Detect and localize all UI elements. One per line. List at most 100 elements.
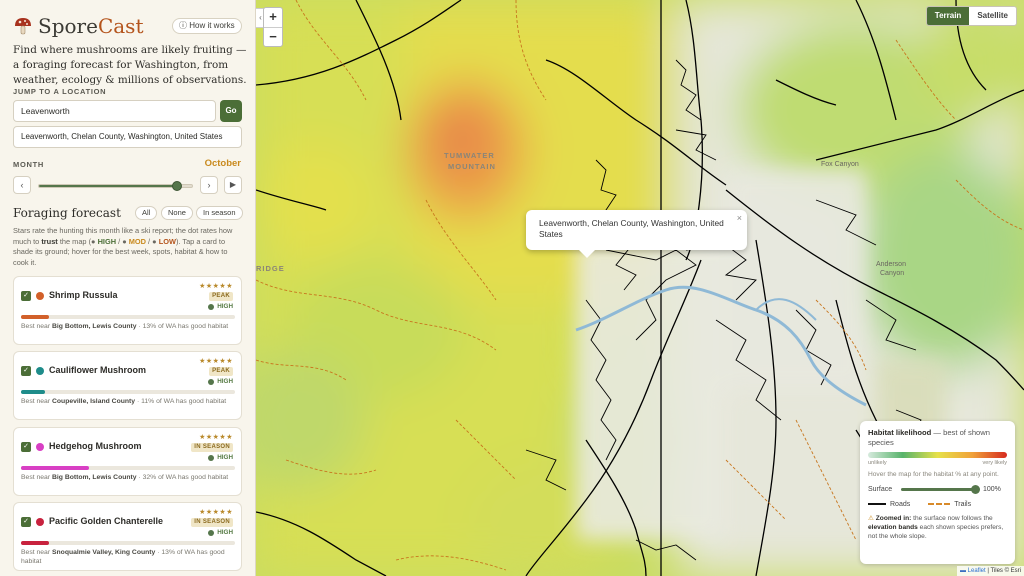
play-button[interactable]: ▶ [224,176,242,194]
map-label-mountain2: MOUNTAIN [448,162,496,171]
species-color-dot [36,518,44,526]
species-name: Pacific Golden Chanterelle [49,516,164,526]
road-line-swatch [868,503,886,505]
species-status-badge: IN SEASON [191,443,233,452]
species-color-dot [36,367,44,375]
trust-dot-icon [208,303,215,310]
mushroom-icon [15,18,31,35]
info-icon: ⓘ [179,21,190,30]
legend-gradient [868,452,1007,458]
species-name: Cauliflower Mushroom [49,365,147,375]
surface-slider[interactable] [901,484,980,494]
habitat-bar-fill [21,541,49,545]
month-next-button[interactable]: › [200,176,218,194]
filter-none[interactable]: None [161,206,193,220]
trust-dot-icon [208,529,215,536]
habitat-bar-fill [21,390,45,394]
species-color-dot [36,443,44,451]
species-checkbox[interactable]: ✓ [21,517,31,527]
legend-title: Habitat likelihood — best of shown speci… [868,428,990,447]
map-label-ridge: RIDGE [256,264,285,273]
map-label-anderson1: Anderson [876,261,906,268]
surface-label: Surface [868,485,893,493]
species-best-location: Best near Coupeville, Island County · 11… [21,398,227,405]
map-label-anderson2: Canyon [880,270,904,277]
zoom-out-button[interactable]: − [264,27,282,46]
map-label-fox: Fox Canyon [821,161,859,168]
habitat-bar [21,466,235,470]
warning-icon: ⚠ [868,515,874,522]
trust-dot-icon [208,378,215,385]
legend-high-label: very likely [982,460,1007,466]
species-checkbox[interactable]: ✓ [21,442,31,452]
app-name: SporeCast [38,14,144,38]
species-best-location: Best near Big Bottom, Lewis County · 13%… [21,323,229,330]
species-trust: HIGH [208,378,233,385]
species-card[interactable]: ✓ Shrimp Russula ★★★★★ PEAK HIGH Best near Bi… [13,276,242,345]
forecast-intro: Stars rate the hunting this month like a… [13,226,233,267]
filter-all[interactable]: All [135,206,158,220]
species-trust: HIGH [208,303,233,310]
month-slider[interactable] [38,181,193,191]
brand: SporeCast [13,13,143,39]
species-stars: ★★★★★ [199,283,233,290]
popup-text: Leavenworth, Chelan County, Washington, … [539,218,724,240]
map[interactable]: TUMWATER MOUNTAIN RIDGE Anderson Canyon … [256,0,1024,576]
species-name: Shrimp Russula [49,290,118,300]
popup-tip [579,250,595,258]
popup-close-button[interactable]: × [737,213,742,224]
species-trust: HIGH [208,454,233,461]
terrain-layer-button[interactable]: Terrain [926,7,970,25]
month-slider-handle[interactable] [171,181,182,191]
habitat-bar [21,315,235,319]
leaflet-link[interactable]: Leaflet [968,568,986,574]
sidebar: SporeCast ⓘ How it works Find where mush… [0,0,256,576]
how-it-works-button[interactable]: ⓘ How it works [172,18,242,34]
satellite-layer-button[interactable]: Satellite [969,7,1016,25]
habitat-bar [21,541,235,545]
species-status-badge: PEAK [209,292,233,301]
zoom-notice: ⚠ Zoomed in: the surface now follows the… [868,515,1004,540]
habitat-legend: Habitat likelihood — best of shown speci… [860,421,1015,564]
species-stars: ★★★★★ [199,434,233,441]
species-best-location: Best near Big Bottom, Lewis County · 32%… [21,474,229,481]
location-result[interactable]: Leavenworth, Chelan County, Washington, … [13,126,242,148]
habitat-bar [21,390,235,394]
legend-hint: Hover the map for the habitat % at any p… [868,471,999,478]
zoom-in-button[interactable]: + [264,8,282,27]
map-attribution: ▬ Leaflet | Tiles © Esri [956,566,1024,576]
location-popup: Leavenworth, Chelan County, Washington, … [526,210,747,250]
forecast-title: Foraging forecast [13,206,121,220]
go-button[interactable]: Go [220,100,242,122]
surface-row: Surface 100% [868,483,1007,495]
species-card[interactable]: ✓ Cauliflower Mushroom ★★★★★ PEAK HIGH Best n… [13,351,242,420]
roads-label: Roads [890,500,911,508]
habitat-bar-fill [21,466,90,470]
species-card[interactable]: ✓ Hedgehog Mushroom ★★★★★ IN SEASON HIGH Best… [13,427,242,496]
species-trust: HIGH [208,529,233,536]
species-checkbox[interactable]: ✓ [21,366,31,376]
trust-dot-icon [208,454,215,461]
species-card[interactable]: ✓ Pacific Golden Chanterelle ★★★★★ IN SEASO… [13,502,242,571]
tagline: Find where mushrooms are likely fruiting… [13,44,247,86]
species-status-badge: PEAK [209,367,233,376]
map-label-mountain1: TUMWATER [444,151,495,160]
trail-line-swatch [928,503,951,505]
layer-toggle: Terrain Satellite [925,6,1017,26]
line-key: Roads Trails [868,499,1007,509]
legend-low-label: unlikely [868,460,887,466]
surface-value: 100% [983,485,1001,493]
surface-slider-handle[interactable] [971,484,980,494]
month-prev-button[interactable]: ‹ [13,176,31,194]
flag-icon: ▬ [959,568,966,574]
trails-label: Trails [954,500,972,508]
month-label: MONTH [13,160,44,169]
filter-in-season[interactable]: In season [196,206,243,220]
species-color-dot [36,292,44,300]
species-name: Hedgehog Mushroom [49,441,142,451]
location-search-input[interactable]: Leavenworth [13,100,216,122]
month-value: October [204,158,241,169]
species-stars: ★★★★★ [199,509,233,516]
species-checkbox[interactable]: ✓ [21,291,31,301]
zoom-control: + − [263,7,283,47]
